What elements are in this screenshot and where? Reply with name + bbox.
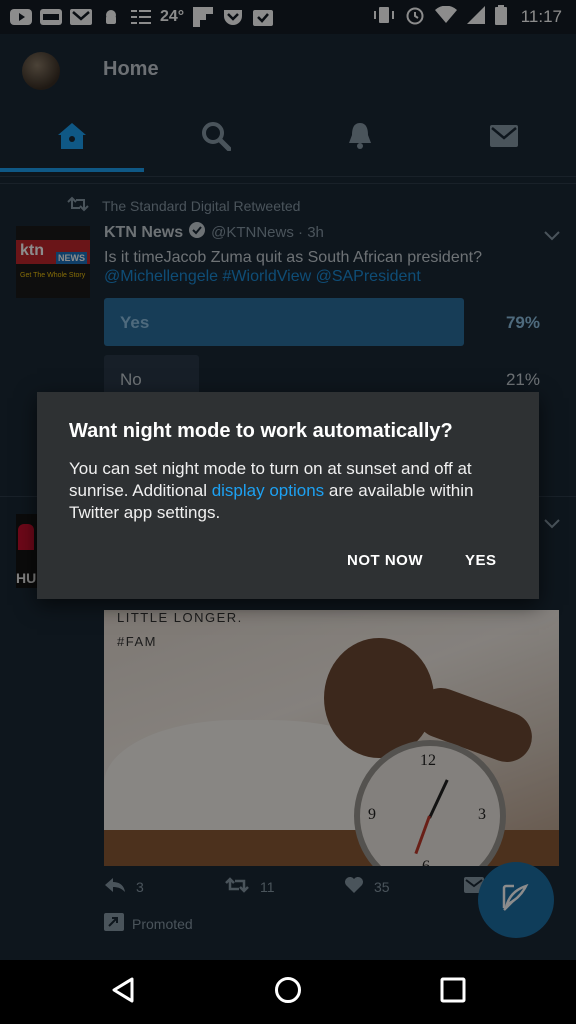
home-button[interactable] [272, 976, 304, 1008]
back-triangle-icon [110, 976, 136, 1009]
system-nav-bar [0, 960, 576, 1024]
home-circle-icon [274, 976, 302, 1009]
recents-button[interactable] [437, 976, 469, 1008]
dialog-title: Want night mode to work automatically? [69, 420, 453, 442]
back-button[interactable] [107, 976, 139, 1008]
display-options-link[interactable]: display options [212, 481, 324, 500]
dialog-message: You can set night mode to turn on at sun… [69, 458, 509, 524]
night-mode-dialog: Want night mode to work automatically? Y… [37, 392, 539, 599]
yes-button[interactable]: YES [465, 552, 497, 569]
recents-square-icon [440, 977, 466, 1008]
not-now-button[interactable]: NOT NOW [347, 552, 423, 569]
